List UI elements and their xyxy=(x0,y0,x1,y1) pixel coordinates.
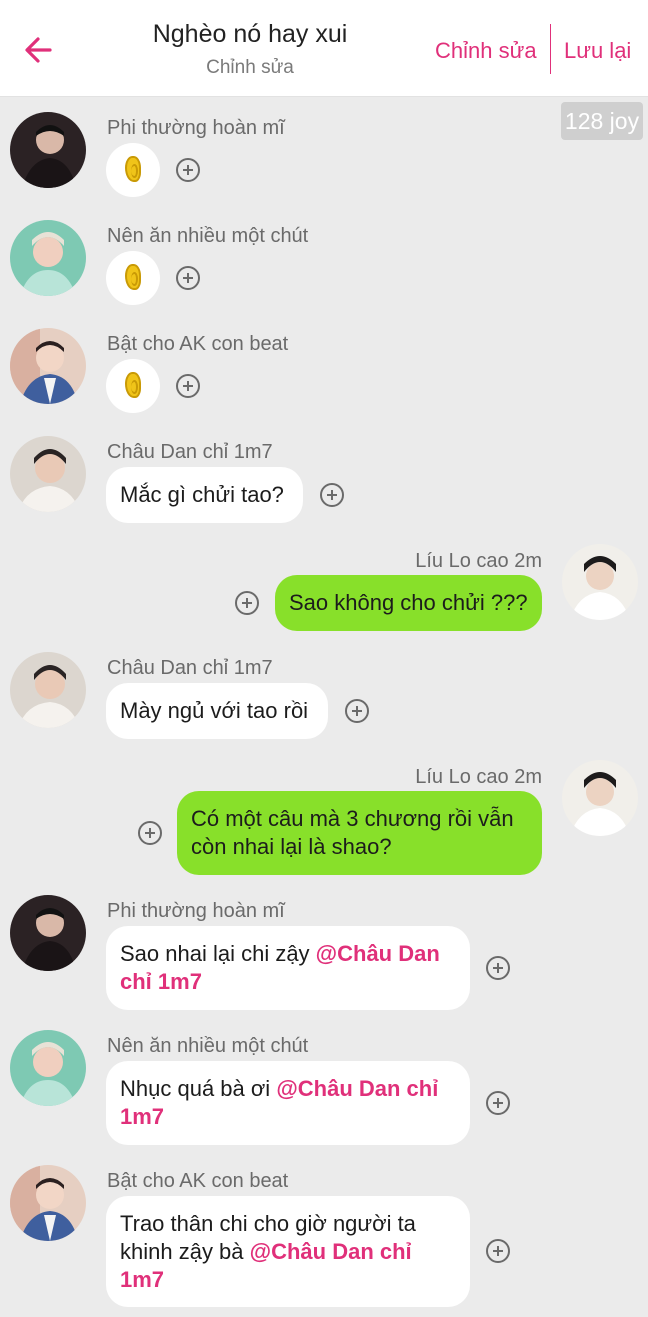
message-text: Mắc gì chửi tao? xyxy=(120,482,284,507)
back-arrow-icon[interactable] xyxy=(20,30,60,70)
mention-link[interactable]: @Châu Dan xyxy=(316,941,440,966)
avatar[interactable] xyxy=(10,652,86,728)
add-reaction-icon[interactable] xyxy=(176,374,200,398)
avatar[interactable] xyxy=(10,436,86,512)
mention-link[interactable]: @Châu Dan chỉ xyxy=(250,1239,412,1264)
mention-link[interactable]: 1m7 xyxy=(120,1104,164,1129)
message-text: Sao không cho chửi ??? xyxy=(289,590,528,615)
add-reaction-icon[interactable] xyxy=(486,956,510,980)
ear-icon xyxy=(125,264,141,290)
message-bubble[interactable]: Nhục quá bà ơi @Châu Dan chỉ 1m7 xyxy=(106,1061,470,1145)
add-reaction-icon[interactable] xyxy=(138,821,162,845)
mention-link[interactable]: 1m7 xyxy=(120,1267,164,1292)
edit-button[interactable]: Chỉnh sửa xyxy=(435,38,537,64)
message-text-line: còn nhai lại là shao? xyxy=(191,834,392,859)
chat-title: Nghèo nó hay xui xyxy=(152,20,348,48)
message-bubble[interactable]: Sao nhai lại chi zậy @Châu Dan chỉ 1m7 xyxy=(106,926,470,1010)
message-text-line: Có một câu mà 3 chương rồi vẫn xyxy=(191,806,514,831)
add-reaction-icon[interactable] xyxy=(486,1091,510,1115)
message-text: Sao nhai lại chi zậy xyxy=(120,941,316,966)
sender-name: Líu Lo cao 2m xyxy=(415,766,542,788)
sender-name: Phi thường hoàn mĩ xyxy=(107,900,285,922)
sender-name: Nên ăn nhiều một chút xyxy=(107,225,309,247)
message-text-line: khinh zậy bà xyxy=(120,1239,250,1264)
message-text-line: Trao thân chi cho giờ người ta xyxy=(120,1211,416,1236)
save-button[interactable]: Lưu lại xyxy=(564,38,631,64)
message-bubble[interactable]: Trao thân chi cho giờ người ta khinh zậy… xyxy=(106,1196,470,1307)
avatar[interactable] xyxy=(10,112,86,188)
sender-name: Líu Lo cao 2m xyxy=(415,550,542,572)
sender-name: Bật cho AK con beat xyxy=(107,333,289,355)
add-reaction-icon[interactable] xyxy=(176,266,200,290)
ear-icon xyxy=(125,156,141,182)
add-reaction-icon[interactable] xyxy=(235,591,259,615)
avatar[interactable] xyxy=(10,1030,86,1106)
avatar[interactable] xyxy=(10,328,86,404)
message-bubble[interactable] xyxy=(106,143,160,197)
mention-link[interactable]: @Châu Dan chỉ xyxy=(276,1076,438,1101)
mention-link[interactable]: chỉ 1m7 xyxy=(120,969,202,994)
sender-name: Nên ăn nhiều một chút xyxy=(107,1035,309,1057)
header-title-block: Nghèo nó hay xui Chỉnh sửa xyxy=(100,20,400,79)
add-reaction-icon[interactable] xyxy=(176,158,200,182)
sender-name: Châu Dan chỉ 1m7 xyxy=(107,441,273,463)
avatar[interactable] xyxy=(10,220,86,296)
ear-icon xyxy=(125,372,141,398)
sender-name: Châu Dan chỉ 1m7 xyxy=(107,657,273,679)
message-text: Mày ngủ với tao rồi xyxy=(120,698,309,723)
sender-name: Phi thường hoàn mĩ xyxy=(107,117,285,139)
chat-header: Nghèo nó hay xui Chỉnh sửa Chỉnh sửa Lưu… xyxy=(0,0,648,97)
message-bubble[interactable]: Có một câu mà 3 chương rồi vẫn còn nhai … xyxy=(177,791,542,875)
sender-name: Bật cho AK con beat xyxy=(107,1170,289,1192)
add-reaction-icon[interactable] xyxy=(486,1239,510,1263)
avatar[interactable] xyxy=(562,760,638,836)
message-bubble[interactable] xyxy=(106,359,160,413)
add-reaction-icon[interactable] xyxy=(320,483,344,507)
message-text: Nhục quá bà ơi xyxy=(120,1076,277,1101)
message-bubble[interactable] xyxy=(106,251,160,305)
chat-subtitle: Chỉnh sửa xyxy=(206,57,294,78)
avatar[interactable] xyxy=(10,1165,86,1241)
message-bubble[interactable]: Mắc gì chửi tao? xyxy=(106,467,303,523)
header-divider xyxy=(550,24,551,74)
avatar[interactable] xyxy=(10,895,86,971)
joy-count-badge: 128 joy xyxy=(561,102,643,140)
avatar[interactable] xyxy=(562,544,638,620)
add-reaction-icon[interactable] xyxy=(345,699,369,723)
message-bubble[interactable]: Mày ngủ với tao rồi xyxy=(106,683,328,739)
message-bubble[interactable]: Sao không cho chửi ??? xyxy=(275,575,542,631)
